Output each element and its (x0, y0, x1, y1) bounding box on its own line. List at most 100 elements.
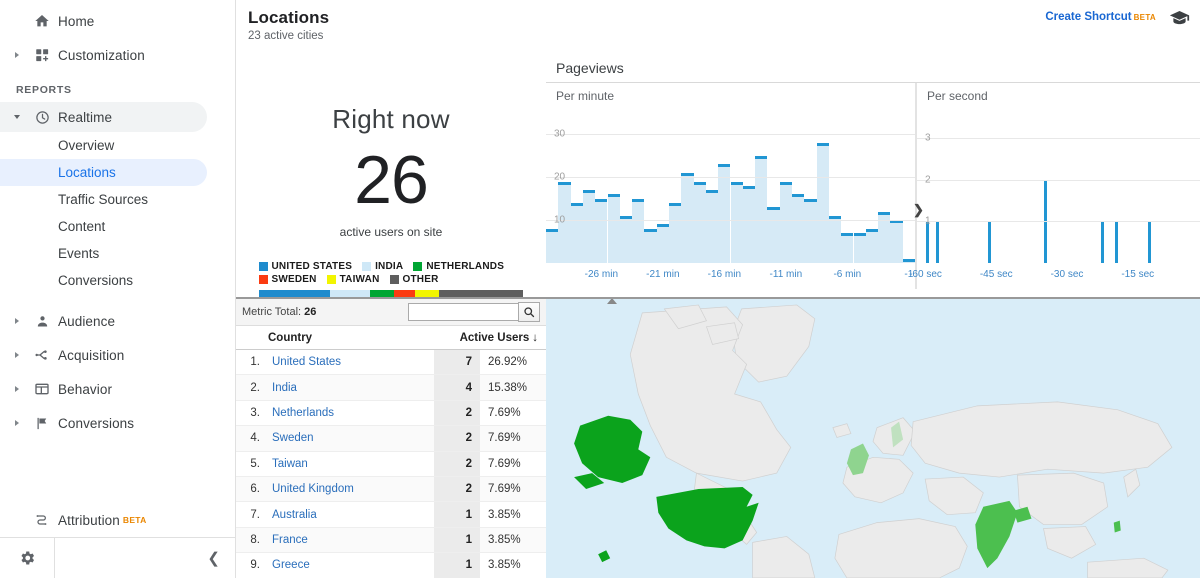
behavior-expand-arrow[interactable] (8, 386, 26, 392)
sidebar-item-conversions[interactable]: Conversions (0, 406, 235, 440)
chart-bar[interactable] (742, 185, 756, 263)
chart-bar[interactable] (1100, 221, 1104, 263)
chart-bar[interactable] (987, 221, 991, 263)
country-link[interactable]: Greece (272, 559, 310, 571)
country-link[interactable]: India (272, 382, 297, 394)
chart-bar[interactable] (582, 190, 596, 263)
customization-expand-arrow[interactable] (8, 52, 26, 58)
chart-bar[interactable] (546, 228, 559, 263)
per-minute-chart[interactable]: Per minute 10 20 30 -26 min -21 min -16 min -… (546, 83, 916, 289)
chevron-right-icon[interactable]: ❯ (913, 203, 927, 216)
bar-cap (619, 215, 633, 219)
create-shortcut-beta-badge: BETA (1133, 12, 1156, 22)
country-link[interactable]: Taiwan (272, 458, 308, 470)
gear-icon[interactable] (0, 549, 54, 567)
column-header-active-users[interactable]: Active Users ↓ (434, 332, 546, 344)
sidebar-item-events[interactable]: Events (0, 240, 235, 267)
table-row[interactable]: 3. Netherlands 2 7.69% (236, 400, 546, 427)
chart-bar[interactable] (693, 181, 706, 263)
chart-bar[interactable] (607, 194, 620, 263)
legend-item-other[interactable]: OTHER (389, 274, 439, 285)
chart-bar[interactable] (853, 233, 866, 263)
audience-expand-arrow[interactable] (8, 318, 26, 324)
sidebar-item-overview[interactable]: Overview (0, 132, 235, 159)
sidebar-item-traffic-sources[interactable]: Traffic Sources (0, 186, 235, 213)
world-map[interactable]: Viewing: Map Earth (546, 297, 1200, 578)
legend-item-india[interactable]: INDIA (362, 261, 403, 272)
chart-bar[interactable] (755, 155, 768, 263)
realtime-collapse-arrow[interactable] (8, 115, 26, 119)
chart-bar[interactable] (767, 207, 780, 263)
chart-bar[interactable] (890, 220, 903, 263)
sidebar-item-locations[interactable]: Locations (0, 159, 207, 186)
chart-bar[interactable] (730, 181, 743, 263)
chart-bar[interactable] (828, 215, 842, 263)
sidebar-item-realtime[interactable]: Realtime (0, 102, 207, 132)
chart-bar[interactable] (779, 181, 792, 263)
chart-bar[interactable] (792, 194, 805, 263)
sidebar-collapse-button[interactable]: ❮ (54, 537, 236, 578)
search-button[interactable] (518, 302, 540, 322)
table-row[interactable]: 8. France 1 3.85% (236, 527, 546, 554)
clock-icon (26, 110, 58, 125)
chart-bar[interactable] (816, 143, 829, 263)
legend-item-sweden[interactable]: SWEDEN (258, 274, 317, 285)
table-row[interactable]: 2. India 4 15.38% (236, 375, 546, 401)
chart-bar[interactable] (595, 198, 608, 263)
chart-bar[interactable] (632, 198, 645, 263)
bar-cap (546, 228, 559, 232)
chart-bar[interactable] (619, 215, 633, 263)
sidebar-item-attribution[interactable]: Attribution BETA (0, 503, 236, 537)
chart-bar[interactable] (656, 224, 669, 263)
table-row[interactable]: 6. United Kingdom 2 7.69% (236, 476, 546, 503)
chart-bar[interactable] (669, 203, 682, 263)
country-link[interactable]: United Kingdom (272, 483, 354, 495)
per-second-chart[interactable]: Per second 1 2 3 -60 sec -45 sec -30 sec -15 … (909, 83, 1200, 289)
chart-bar[interactable] (705, 190, 719, 263)
graduation-cap-icon[interactable] (1169, 10, 1190, 30)
sidebar-item-behavior[interactable]: Behavior (0, 372, 235, 406)
chart-bar[interactable] (1148, 221, 1152, 263)
row-percentage: 3.85% (488, 559, 521, 572)
acquisition-expand-arrow[interactable] (8, 352, 26, 358)
search-input[interactable] (408, 303, 518, 321)
chart-bar[interactable] (902, 258, 915, 263)
create-shortcut-button[interactable]: Create Shortcut BETA (1045, 11, 1156, 23)
legend-item-taiwan[interactable]: TAIWAN (326, 274, 380, 285)
x-axis-tick: -30 sec (1050, 269, 1084, 280)
country-link[interactable]: Netherlands (272, 407, 334, 419)
chart-bar[interactable] (1115, 221, 1119, 263)
chart-bar[interactable] (570, 203, 583, 263)
legend-label-india: INDIA (375, 261, 404, 272)
chart-bar[interactable] (718, 164, 731, 263)
chart-bar[interactable] (865, 228, 879, 263)
chart-bar[interactable] (926, 221, 930, 263)
chart-bar[interactable] (681, 173, 694, 263)
country-link[interactable]: United States (272, 356, 341, 368)
table-row[interactable]: 1. United States 7 26.92% (236, 350, 546, 376)
sidebar-item-home[interactable]: Home (0, 4, 235, 38)
country-link[interactable]: Australia (272, 509, 317, 521)
chart-bar[interactable] (644, 228, 657, 263)
chart-bar[interactable] (935, 221, 939, 263)
sidebar-item-conversions-realtime[interactable]: Conversions (0, 267, 235, 294)
y-axis-tick: 1 (925, 215, 931, 227)
country-link[interactable]: Sweden (272, 432, 314, 444)
chart-bar[interactable] (841, 233, 854, 263)
sidebar-item-content[interactable]: Content (0, 213, 235, 240)
table-row[interactable]: 4. Sweden 2 7.69% (236, 426, 546, 452)
legend-item-netherlands[interactable]: NETHERLANDS (413, 261, 504, 272)
column-header-country[interactable]: Country (268, 332, 434, 344)
legend-item-united-states[interactable]: UNITED STATES (258, 261, 353, 272)
table-row[interactable]: 5. Taiwan 2 7.69% (236, 451, 546, 477)
sidebar-item-customization[interactable]: Customization (0, 38, 235, 72)
table-row[interactable]: 7. Australia 1 3.85% (236, 502, 546, 528)
table-row[interactable]: 9. Greece 1 3.85% (236, 553, 546, 578)
chart-bar[interactable] (804, 198, 817, 263)
sidebar-item-audience[interactable]: Audience (0, 304, 235, 338)
pageviews-panel: Pageviews Per minute 10 20 30 -26 min -21 m… (546, 46, 1200, 297)
sidebar-item-acquisition[interactable]: Acquisition (0, 338, 235, 372)
row-active-users: 1 (434, 527, 480, 553)
country-link[interactable]: France (272, 534, 308, 546)
conversions-expand-arrow[interactable] (8, 420, 26, 426)
